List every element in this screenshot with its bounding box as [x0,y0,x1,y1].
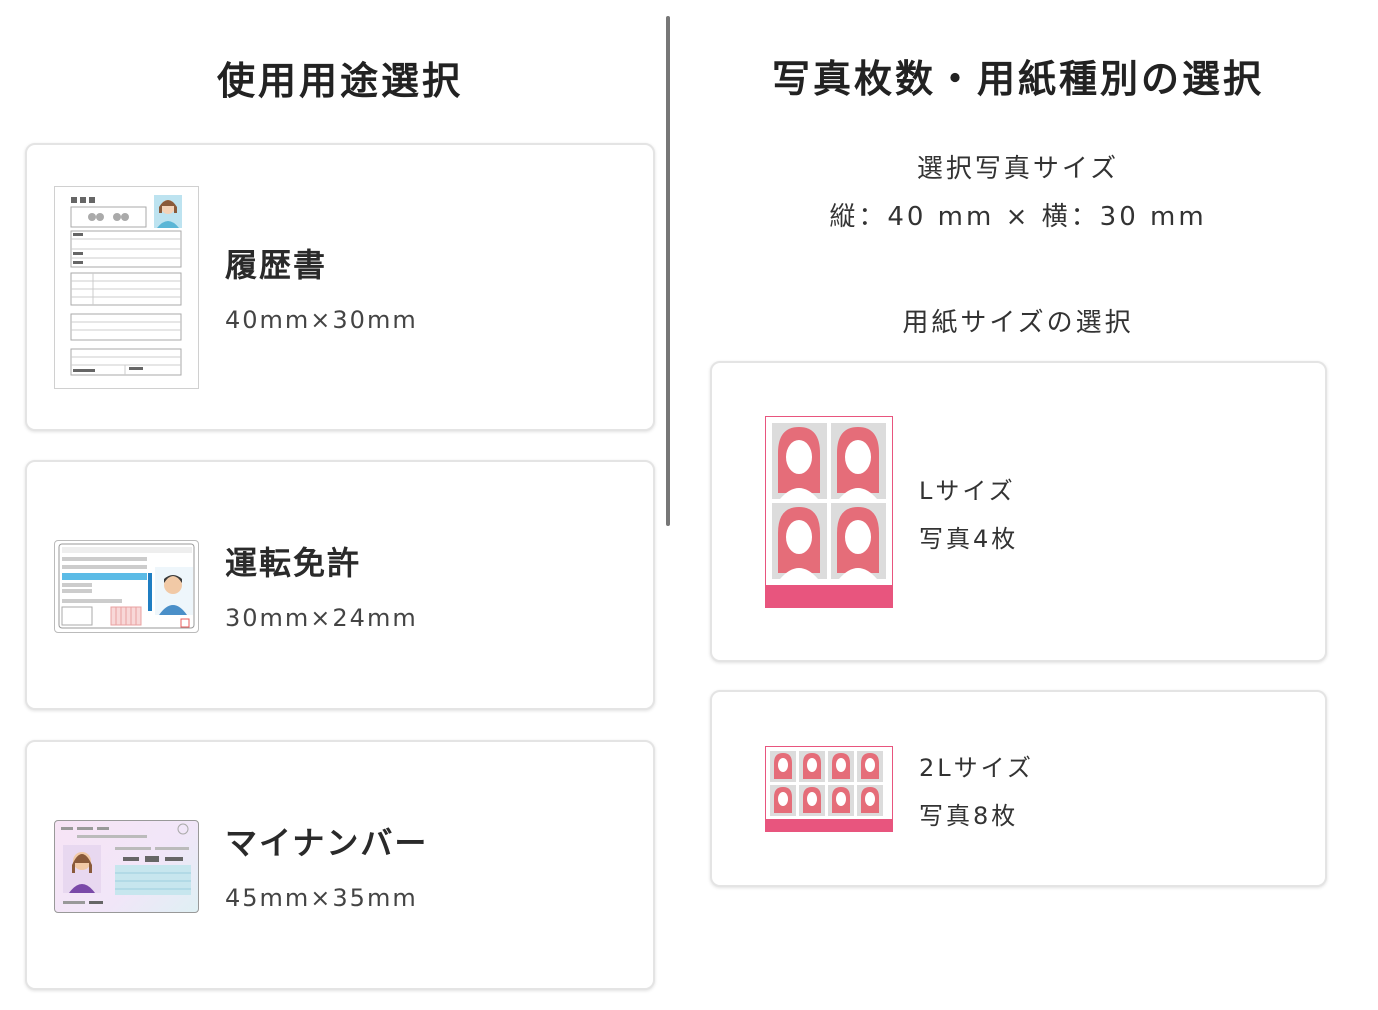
l-size-photo-sheet-icon [765,416,893,608]
usage-card-size: 30mm×24mm [225,604,418,632]
drivers-license-icon [54,540,199,633]
usage-card-title: 履歴書 [225,246,328,284]
usage-card-title: 運転免許 [225,544,362,582]
column-divider [666,16,670,526]
selected-photo-dimensions: 縦：40 mm × 横：30 mm [829,202,1207,232]
paper-size-label: 用紙サイズの選択 [902,308,1134,338]
photo-count-paper-heading: 写真枚数・用紙種別の選択 [771,57,1264,101]
photo-count: 写真4枚 [919,525,1019,553]
usage-card-size: 40mm×30mm [225,306,418,334]
paper-card-l-size[interactable]: Lサイズ 写真4枚 [710,361,1327,662]
paper-size-name: 2Lサイズ [919,754,1034,782]
2l-size-photo-sheet-icon [765,746,893,832]
usage-card-my-number[interactable]: マイナンバー 45mm×35mm [25,740,655,990]
usage-card-drivers-license[interactable]: 運転免許 30mm×24mm [25,460,655,710]
resume-icon [54,186,199,389]
usage-card-title: マイナンバー [225,824,429,862]
my-number-card-icon [54,820,199,913]
paper-size-name: Lサイズ [919,477,1016,505]
selected-photo-size-label: 選択写真サイズ [916,154,1120,184]
photo-count: 写真8枚 [919,802,1019,830]
paper-card-2l-size[interactable]: 2Lサイズ 写真8枚 [710,690,1327,887]
usage-card-size: 45mm×35mm [225,884,418,912]
usage-card-resume[interactable]: 履歴書 40mm×30mm [25,143,655,431]
usage-heading: 使用用途選択 [216,59,463,103]
